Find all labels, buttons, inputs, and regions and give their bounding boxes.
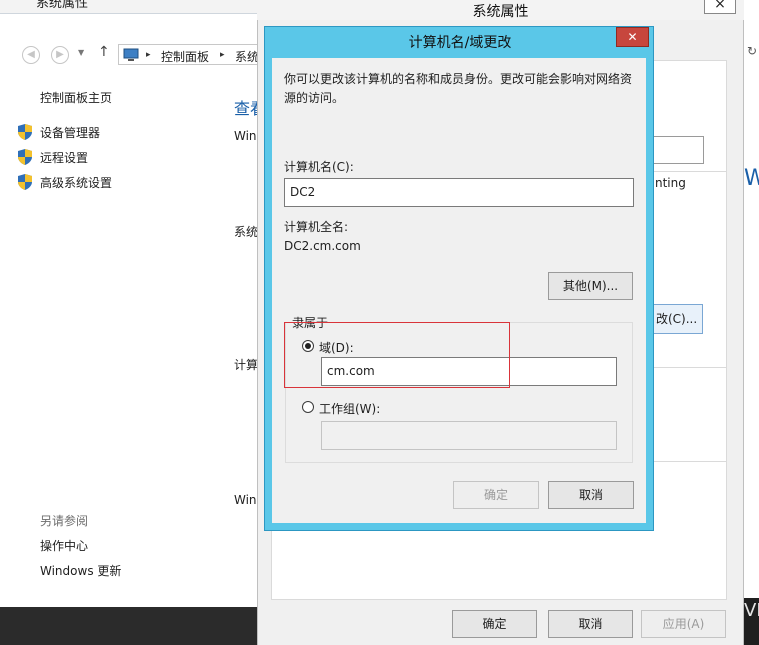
computer-section-fragment: 计算 (234, 358, 259, 372)
description-text-line1: 你可以更改该计算机的名称和成员身份。更改可能会影响对网络资 (284, 72, 633, 86)
sidebar-item-remote-settings[interactable]: 远程设置 (40, 149, 88, 166)
computer-name-input[interactable]: DC2 (284, 178, 634, 207)
windows-logo-text-fragment: Wi (744, 166, 759, 191)
full-computer-name-label: 计算机全名: (284, 220, 349, 234)
description-text-line2: 源的访问。 (284, 91, 345, 105)
forward-icon[interactable]: ▶ (51, 46, 69, 64)
workgroup-input[interactable] (321, 421, 617, 450)
computer-name-dialog-title: 计算机名/域更改 (408, 35, 512, 51)
back-icon[interactable]: ◀ (22, 46, 40, 64)
control-panel-titlebar: 系统属性 (0, 0, 262, 14)
recent-pages-chevron-icon[interactable]: ▼ (78, 48, 84, 57)
breadcrumb-system[interactable]: 系统 (235, 48, 259, 65)
system-properties-title: 系统属性 (472, 4, 529, 20)
control-panel-title: 系统属性 (36, 0, 89, 11)
accounting-text-fragment: nting (655, 176, 686, 190)
see-also-heading: 另请参阅 (40, 514, 89, 528)
close-button[interactable]: ✕ (616, 27, 649, 47)
refresh-icon[interactable]: ↻ (747, 44, 757, 58)
desktop-background-fragment: VI (744, 598, 759, 645)
annotation-highlight-box (284, 322, 510, 388)
divider (652, 367, 727, 368)
computer-icon (123, 48, 139, 61)
windows-activation-fragment: Win (234, 493, 257, 507)
shield-icon (18, 174, 32, 190)
sidebar-link-windows-update[interactable]: Windows 更新 (40, 562, 121, 579)
system-properties-cancel-button[interactable]: 取消 (548, 610, 633, 638)
background-window-edge: Wi ↻ (744, 0, 759, 645)
workgroup-radio-label[interactable]: 工作组(W): (319, 400, 380, 417)
windows-edition-fragment: Win (234, 129, 257, 143)
shield-icon (18, 124, 32, 140)
sidebar-link-action-center[interactable]: 操作中心 (40, 537, 88, 554)
system-section-fragment: 系统 (234, 225, 259, 239)
computer-name-label: 计算机名(C): (284, 160, 354, 174)
system-properties-close-button[interactable]: × (704, 0, 736, 14)
full-computer-name-value: DC2.cm.com (284, 239, 361, 253)
computer-description-field[interactable] (653, 136, 704, 164)
breadcrumb-control-panel[interactable]: 控制面板 (161, 48, 209, 65)
sidebar-item-advanced-settings[interactable]: 高级系统设置 (40, 174, 112, 191)
cancel-button[interactable]: 取消 (548, 481, 634, 509)
more-button[interactable]: 其他(M)... (548, 272, 633, 300)
change-button[interactable]: 改(C)... (653, 304, 703, 334)
divider (652, 461, 727, 462)
system-properties-titlebar: 系统属性 × (257, 0, 744, 20)
up-arrow-icon[interactable]: ↑ (98, 44, 110, 60)
desktop-text-fragment: VI (744, 600, 759, 621)
divider (652, 171, 727, 172)
breadcrumb-separator-icon: ▸ (146, 50, 151, 60)
shield-icon (18, 149, 32, 165)
system-properties-ok-button[interactable]: 确定 (452, 610, 537, 638)
system-properties-apply-button[interactable]: 应用(A) (641, 610, 726, 638)
sidebar-home-link[interactable]: 控制面板主页 (40, 89, 112, 106)
sidebar-item-device-manager[interactable]: 设备管理器 (40, 124, 100, 141)
breadcrumb-separator-icon: ▸ (220, 50, 225, 60)
ok-button[interactable]: 确定 (453, 481, 539, 509)
address-box[interactable]: ▸ 控制面板 ▸ 系统 (118, 44, 268, 65)
workgroup-radio[interactable] (302, 401, 314, 413)
address-bar: ◀ ▶ ▼ ↑ ▸ 控制面板 ▸ 系统 (0, 40, 268, 68)
